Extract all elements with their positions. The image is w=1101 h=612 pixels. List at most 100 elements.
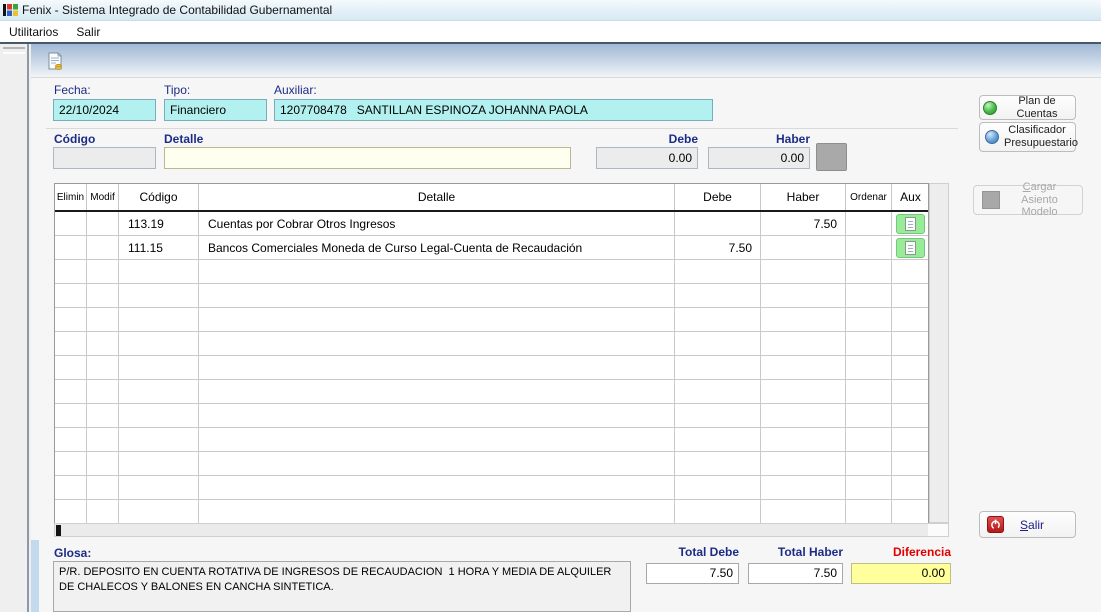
codigo-field[interactable] — [53, 147, 156, 169]
table-row-empty[interactable] — [55, 260, 928, 284]
table-cell-haber — [761, 428, 846, 452]
table-cell-haber — [761, 500, 846, 523]
table-row[interactable]: 111.15Bancos Comerciales Moneda de Curso… — [55, 236, 928, 260]
app-window: Fenix - Sistema Integrado de Contabilida… — [0, 0, 1101, 612]
table-header-row: EliminModifCódigoDetalleDebeHaberOrdenar… — [55, 184, 928, 212]
table-row-empty[interactable] — [55, 428, 928, 452]
table-vertical-scrollbar[interactable] — [929, 183, 949, 523]
table-cell-detalle — [199, 332, 675, 356]
table-cell-codigo — [119, 452, 199, 476]
table-cell-elimin — [55, 428, 87, 452]
column-header-ordenar: Ordenar — [846, 184, 892, 210]
menu-utilitarios[interactable]: Utilitarios — [0, 23, 67, 41]
aux-button[interactable] — [896, 214, 925, 234]
table-cell-elimin — [55, 356, 87, 380]
table-cell-detalle — [199, 404, 675, 428]
debe-label: Debe — [596, 132, 698, 146]
table-row-empty[interactable] — [55, 500, 928, 523]
salir-button-label: Salir — [1020, 518, 1044, 532]
table-cell-elimin — [55, 236, 87, 260]
table-cell-detalle — [199, 452, 675, 476]
table-cell-modif — [87, 308, 119, 332]
table-row-empty[interactable] — [55, 308, 928, 332]
table-cell-aux — [892, 284, 929, 308]
plan-de-cuentas-button[interactable]: Plan de Cuentas — [979, 95, 1076, 120]
table-row-empty[interactable] — [55, 380, 928, 404]
table-cell-codigo — [119, 428, 199, 452]
table-row-empty[interactable] — [55, 452, 928, 476]
table-cell-aux — [892, 476, 929, 500]
table-cell-debe — [675, 404, 761, 428]
table-cell-detalle: Cuentas por Cobrar Otros Ingresos — [199, 212, 675, 236]
app-icon[interactable] — [3, 3, 18, 17]
table-row-empty[interactable] — [55, 284, 928, 308]
auxiliar-field[interactable]: 1207708478 SANTILLAN ESPINOZA JOHANNA PA… — [274, 99, 713, 121]
table-cell-haber — [761, 332, 846, 356]
tipo-label: Tipo: — [164, 83, 190, 97]
table-cell-aux — [892, 332, 929, 356]
toolbar — [31, 44, 1101, 78]
column-header-debe: Debe — [675, 184, 761, 210]
table-cell-aux — [892, 380, 929, 404]
table-cell-detalle — [199, 500, 675, 523]
detalle-field[interactable] — [164, 147, 571, 169]
table-cell-ordenar — [846, 404, 892, 428]
scrollbar-corner — [928, 524, 948, 536]
title-bar: Fenix - Sistema Integrado de Contabilida… — [0, 0, 1101, 21]
table-row-empty[interactable] — [55, 356, 928, 380]
table-row-empty[interactable] — [55, 476, 928, 500]
tipo-field[interactable]: Financiero — [164, 99, 267, 121]
glosa-textarea[interactable]: P/R. DEPOSITO EN CUENTA ROTATIVA DE INGR… — [53, 561, 631, 612]
clasificador-presupuestario-button[interactable]: Clasificador Presupuestario — [979, 122, 1076, 152]
add-entry-button[interactable] — [816, 143, 847, 171]
menu-salir[interactable]: Salir — [67, 23, 109, 41]
table-cell-elimin — [55, 308, 87, 332]
table-cell-modif — [87, 332, 119, 356]
haber-field[interactable]: 0.00 — [708, 147, 810, 169]
total-debe-field: 7.50 — [646, 563, 739, 584]
table-cell-modif — [87, 452, 119, 476]
table-cell-detalle: Bancos Comerciales Moneda de Curso Legal… — [199, 236, 675, 260]
table-row-empty[interactable] — [55, 404, 928, 428]
table-cell-ordenar — [846, 332, 892, 356]
table-cell-aux — [892, 236, 929, 260]
table-cell-detalle — [199, 308, 675, 332]
table-row[interactable]: 113.19Cuentas por Cobrar Otros Ingresos7… — [55, 212, 928, 236]
table-cell-detalle — [199, 380, 675, 404]
new-entry-button[interactable] — [44, 50, 66, 72]
aux-button[interactable] — [896, 238, 925, 258]
table-cell-modif — [87, 428, 119, 452]
power-icon — [987, 516, 1004, 533]
table-cell-ordenar — [846, 356, 892, 380]
table-cell-modif — [87, 260, 119, 284]
table-cell-ordenar — [846, 308, 892, 332]
debe-field[interactable]: 0.00 — [596, 147, 698, 169]
column-header-elimin: Elimin — [55, 184, 87, 210]
table-cell-debe — [675, 452, 761, 476]
table-cell-codigo: 113.19 — [119, 212, 199, 236]
table-cell-haber — [761, 476, 846, 500]
gray-square-icon — [982, 191, 1000, 209]
splitter-grip[interactable] — [3, 47, 25, 54]
detalle-label: Detalle — [164, 132, 203, 146]
table-cell-modif — [87, 212, 119, 236]
fecha-field[interactable]: 22/10/2024 — [53, 99, 156, 121]
table-cell-detalle — [199, 356, 675, 380]
table-row-empty[interactable] — [55, 332, 928, 356]
table-cell-debe — [675, 308, 761, 332]
table-cell-modif — [87, 380, 119, 404]
salir-button[interactable]: Salir — [979, 511, 1076, 538]
table-cell-elimin — [55, 500, 87, 523]
table-horizontal-scrollbar[interactable] — [54, 523, 949, 537]
table-cell-ordenar — [846, 476, 892, 500]
table-cell-modif — [87, 356, 119, 380]
table-cell-debe — [675, 332, 761, 356]
column-header-modif: Modif — [87, 184, 119, 210]
new-document-icon — [46, 52, 64, 70]
table-cell-aux — [892, 260, 929, 284]
table-cell-aux — [892, 500, 929, 523]
table-cell-elimin — [55, 452, 87, 476]
column-header-haber: Haber — [761, 184, 846, 210]
table-cell-debe — [675, 428, 761, 452]
cargar-asiento-modelo-button[interactable]: Cargar Asiento Modelo — [973, 185, 1083, 215]
